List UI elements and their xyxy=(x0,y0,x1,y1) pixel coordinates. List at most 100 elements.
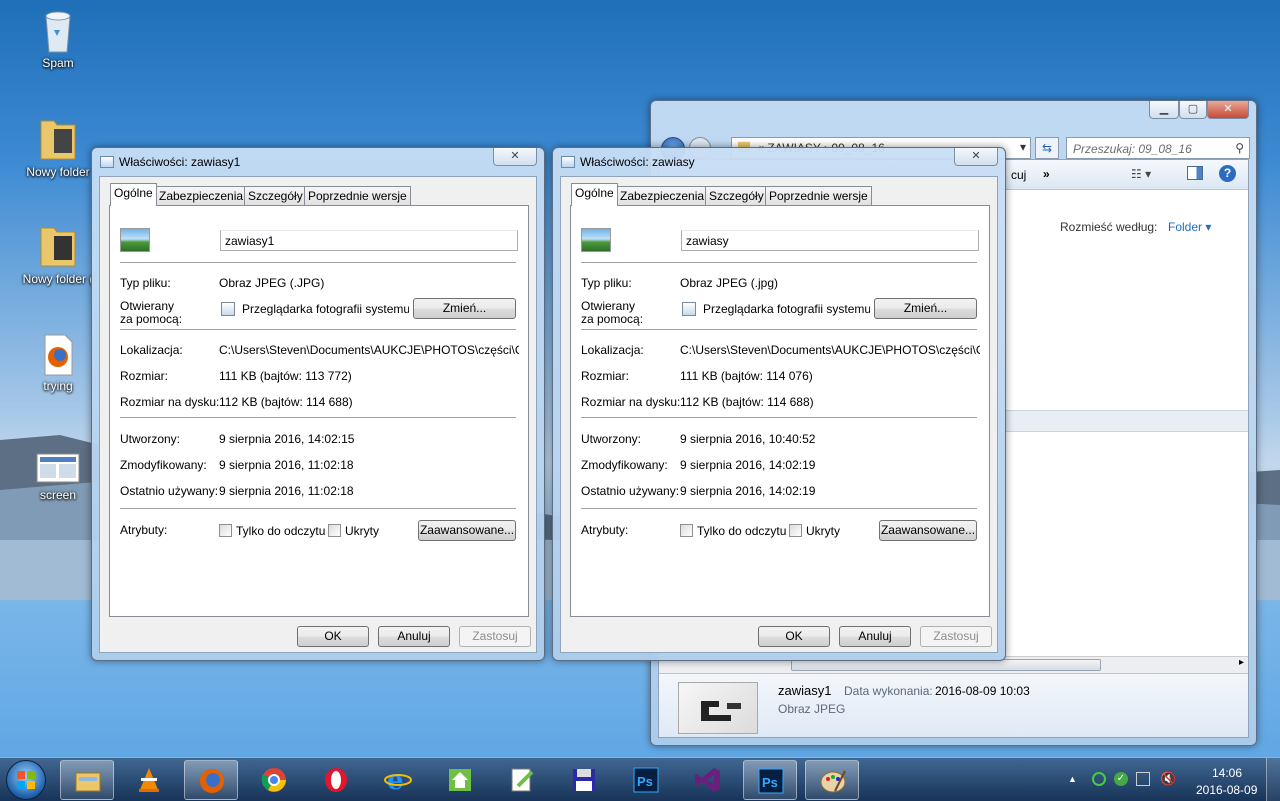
readonly-checkbox[interactable] xyxy=(219,524,232,537)
taskbar-firefox[interactable] xyxy=(184,760,238,800)
ok-button[interactable]: OK xyxy=(297,626,369,647)
firefox-icon xyxy=(200,769,224,793)
scroll-right-icon[interactable]: ▸ xyxy=(1239,657,1244,668)
properties-dialog-zawiasy[interactable]: Właściwości: zawiasy ✕ Ogólne Zabezpiecz… xyxy=(552,147,1006,661)
readonly-label[interactable]: Tylko do odczytu xyxy=(236,524,325,538)
search-placeholder: Przeszukaj: 09_08_16 xyxy=(1073,142,1192,156)
tray-flag-icon[interactable] xyxy=(1136,772,1150,786)
taskbar-photoshop[interactable]: Ps xyxy=(619,760,673,800)
opens-with-value: Przeglądarka fotografii systemu Win xyxy=(703,302,870,316)
desktop-icon-screen[interactable]: screen xyxy=(20,450,96,502)
photo-viewer-icon xyxy=(221,302,235,316)
advanced-button[interactable]: Zaawansowane... xyxy=(879,520,977,541)
taskbar-upwork[interactable] xyxy=(433,760,487,800)
close-button[interactable]: ✕ xyxy=(493,148,537,166)
tab-previous-versions[interactable]: Poprzednie wersje xyxy=(304,186,411,205)
opens-with-value: Przeglądarka fotografii systemu Win xyxy=(242,302,409,316)
taskbar-notepadpp[interactable] xyxy=(495,760,549,800)
change-button[interactable]: Zmień... xyxy=(874,298,977,319)
size-label: Rozmiar: xyxy=(120,369,169,383)
dropdown-arrow-icon[interactable]: ▾ xyxy=(1020,140,1026,154)
jpeg-file-icon xyxy=(581,228,611,252)
toolbar-more-button[interactable]: » xyxy=(1043,167,1050,181)
desktop-icon-recycle-bin[interactable]: Spam xyxy=(20,8,96,70)
minimize-button[interactable]: ▁ xyxy=(1149,101,1179,119)
tab-security[interactable]: Zabezpieczenia xyxy=(155,186,248,205)
taskbar-visual-studio[interactable] xyxy=(681,760,735,800)
accessed-value: 9 sierpnia 2016, 11:02:18 xyxy=(219,484,354,498)
details-pane: zawiasy1 Data wykonania: 2016-08-09 10:0… xyxy=(659,673,1248,737)
file-thumbnail xyxy=(678,682,758,734)
filename-input[interactable]: zawiasy1 xyxy=(220,230,518,251)
taskbar-save[interactable] xyxy=(557,760,611,800)
tray-volume-muted-icon[interactable]: 🔇 xyxy=(1160,771,1176,787)
svg-text:Ps: Ps xyxy=(637,774,653,789)
properties-dialog-zawiasy1[interactable]: Właściwości: zawiasy1 ✕ Ogólne Zabezpiec… xyxy=(91,147,545,661)
taskbar-explorer[interactable] xyxy=(60,760,114,800)
general-tab-panel: zawiasy Typ pliku: Obraz JPEG (.jpg) Otw… xyxy=(570,205,990,617)
tray-overflow-button[interactable]: ▲ xyxy=(1068,774,1077,784)
windows-logo-icon xyxy=(17,771,35,789)
internet-explorer-icon: e xyxy=(384,766,412,794)
close-button[interactable]: ✕ xyxy=(1207,101,1249,119)
search-input[interactable]: Przeszukaj: 09_08_16 ⚲ xyxy=(1066,137,1250,159)
desktop-icon-folder-2[interactable]: Nowy folder ( xyxy=(14,222,102,286)
modified-value: 9 sierpnia 2016, 11:02:18 xyxy=(219,458,354,472)
location-value[interactable]: C:\Users\Steven\Documents\AUKCJE\PHOTOS\… xyxy=(680,343,980,357)
preview-pane-icon[interactable] xyxy=(1187,166,1203,180)
maximize-button[interactable]: ▢ xyxy=(1179,101,1207,119)
notepadpp-icon xyxy=(511,768,534,792)
folder-icon xyxy=(40,227,76,267)
refresh-button[interactable]: ⇆ xyxy=(1035,137,1059,159)
view-options-icon[interactable]: ☷ ▾ xyxy=(1131,167,1151,181)
tab-details[interactable]: Szczegóły xyxy=(244,186,307,205)
hidden-label[interactable]: Ukryty xyxy=(345,524,379,538)
tab-previous-versions[interactable]: Poprzednie wersje xyxy=(765,186,872,205)
size-on-disk-label: Rozmiar na dysku: xyxy=(120,395,220,409)
accessed-value: 9 sierpnia 2016, 14:02:19 xyxy=(680,484,816,498)
readonly-checkbox[interactable] xyxy=(680,524,693,537)
taskbar-photoshop-active[interactable]: Ps xyxy=(743,760,797,800)
filename-input[interactable]: zawiasy xyxy=(681,230,979,251)
cancel-button[interactable]: Anuluj xyxy=(839,626,911,647)
taskbar-chrome[interactable] xyxy=(247,760,301,800)
start-button[interactable] xyxy=(6,760,46,800)
taskbar-vlc[interactable] xyxy=(122,760,176,800)
tab-general[interactable]: Ogólne xyxy=(110,183,157,206)
tray-sync-icon[interactable] xyxy=(1092,772,1106,786)
tab-details[interactable]: Szczegóły xyxy=(705,186,768,205)
apply-button[interactable]: Zastosuj xyxy=(459,626,531,647)
tab-security[interactable]: Zabezpieczenia xyxy=(616,186,709,205)
tab-general[interactable]: Ogólne xyxy=(571,183,618,206)
taskbar-internet-explorer[interactable]: e xyxy=(371,760,425,800)
cancel-button[interactable]: Anuluj xyxy=(378,626,450,647)
location-value[interactable]: C:\Users\Steven\Documents\AUKCJE\PHOTOS\… xyxy=(219,343,519,357)
change-button[interactable]: Zmień... xyxy=(413,298,516,319)
desktop-icon-label: screen xyxy=(39,488,77,502)
tray-check-icon[interactable]: ✓ xyxy=(1114,772,1128,786)
taskbar-paint[interactable] xyxy=(805,760,859,800)
toolbar-fragment[interactable]: cuj xyxy=(1011,168,1026,182)
hidden-label[interactable]: Ukryty xyxy=(806,524,840,538)
clock-time[interactable]: 14:06 xyxy=(1212,766,1242,780)
desktop-icon-folder-1[interactable]: Nowy folder xyxy=(20,115,96,179)
arrange-dropdown[interactable]: Folder ▾ xyxy=(1168,220,1211,234)
help-icon[interactable]: ? xyxy=(1219,165,1236,182)
dialog-title: Właściwości: zawiasy1 xyxy=(119,155,241,169)
recycle-bin-icon xyxy=(45,11,71,53)
apply-button[interactable]: Zastosuj xyxy=(920,626,992,647)
readonly-label[interactable]: Tylko do odczytu xyxy=(697,524,786,538)
close-button[interactable]: ✕ xyxy=(954,148,998,166)
ok-button[interactable]: OK xyxy=(758,626,830,647)
advanced-button[interactable]: Zaawansowane... xyxy=(418,520,516,541)
desktop-icon-trying[interactable]: trying xyxy=(20,333,96,393)
hidden-checkbox[interactable] xyxy=(328,524,341,537)
chrome-icon xyxy=(261,768,286,792)
show-desktop-button[interactable] xyxy=(1266,758,1280,801)
taskbar-opera[interactable] xyxy=(309,760,363,800)
separator xyxy=(120,329,516,330)
location-label: Lokalizacja: xyxy=(120,343,183,357)
hidden-checkbox[interactable] xyxy=(789,524,802,537)
clock-date[interactable]: 2016-08-09 xyxy=(1196,783,1257,797)
type-value: Obraz JPEG (.JPG) xyxy=(219,276,325,290)
